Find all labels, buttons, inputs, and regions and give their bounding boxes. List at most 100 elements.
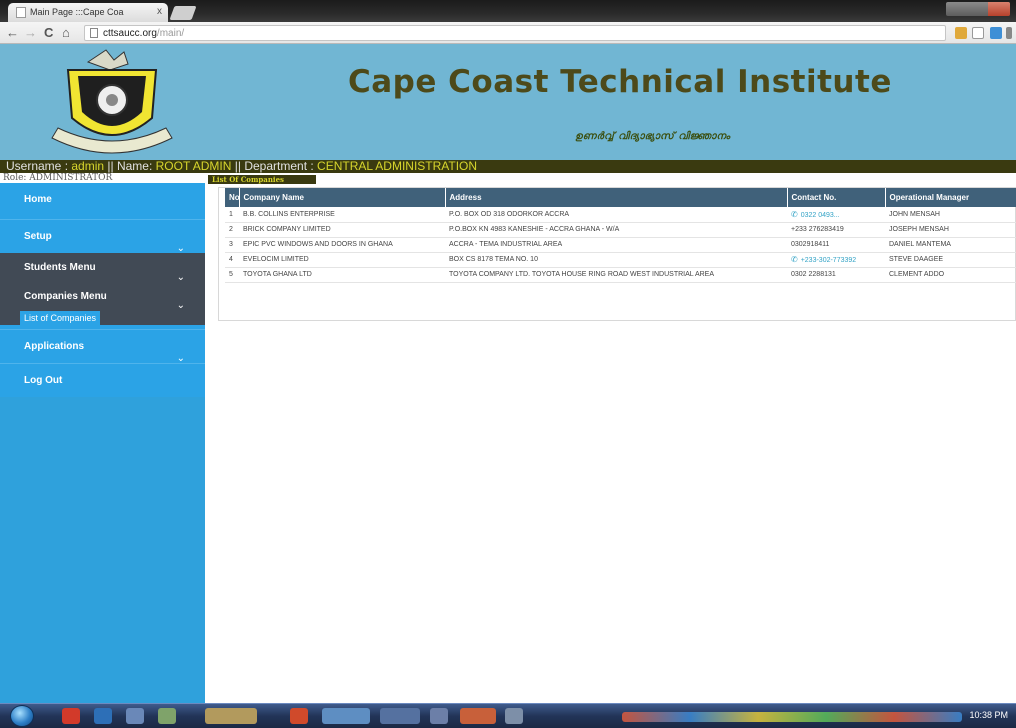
cell-manager: DANIEL MANTEMA <box>885 237 1016 253</box>
extension-blue-icon[interactable] <box>990 27 1002 39</box>
cell-address: ACCRA - TEMA INDUSTRIAL AREA <box>445 237 787 253</box>
url-host: cttsaucc.org <box>103 28 157 39</box>
page-favicon-icon <box>16 7 26 18</box>
url-path: /main/ <box>156 28 185 39</box>
column-header-manager[interactable]: Operational Manager <box>885 188 1016 207</box>
separator: || <box>231 160 245 173</box>
home-button[interactable]: ⌂ <box>62 25 70 40</box>
browser-titlebar: Main Page :::Cape Coa x <box>0 0 1016 22</box>
sidebar-background <box>0 397 205 703</box>
sidebar-nav: Home Setup ⌄ Students Menu ⌄ Companies M… <box>0 183 205 703</box>
column-header-contact[interactable]: Contact No. <box>787 188 886 207</box>
column-header-company-name[interactable]: Company Name <box>239 188 446 207</box>
sidebar-item-companies-menu[interactable]: Companies Menu ⌄ <box>0 283 205 311</box>
site-motto: ഉണർവ്വ് വിദ്യാഭ്യാസ് വിജ്ഞാനം <box>575 131 731 142</box>
sidebar-item-label: List of Companies <box>20 311 101 325</box>
phone-icon: ✆ <box>791 255 798 264</box>
new-tab-button[interactable] <box>169 6 197 20</box>
start-orb-icon[interactable] <box>10 705 34 727</box>
main-content: List Of Companies No Company Name Addres… <box>205 173 1016 703</box>
app-task-icon[interactable] <box>158 708 176 724</box>
sidebar-item-label: Log Out <box>24 375 63 386</box>
cell-no: 1 <box>225 207 239 223</box>
forward-button[interactable]: → <box>24 25 37 40</box>
sidebar-item-label: Companies Menu <box>24 291 107 302</box>
cell-contact[interactable]: ✆ +233-302-773392 <box>787 252 885 268</box>
menu-icon[interactable] <box>1006 27 1012 39</box>
chrome-task-icon[interactable] <box>205 708 257 724</box>
reload-button[interactable]: C <box>44 25 53 40</box>
table-row: 2 BRICK COMPANY LIMITED P.O.BOX KN 4983 … <box>225 222 1016 238</box>
name-value: ROOT ADMIN <box>155 160 232 173</box>
role-label: Role: ADMINISTRATOR <box>3 173 113 183</box>
cell-no: 2 <box>225 222 239 238</box>
site-title: Cape Coast Technical Institute <box>348 64 892 100</box>
sidebar-item-applications[interactable]: Applications ⌄ <box>0 329 205 364</box>
cell-contact: 0302 2288131 <box>787 267 885 283</box>
explorer-task-icon[interactable] <box>126 708 144 724</box>
sidebar-item-label: Students Menu <box>24 262 96 273</box>
ie-task-icon[interactable] <box>94 708 112 724</box>
cell-no: 3 <box>225 237 239 253</box>
cell-contact[interactable]: ✆ 0322 0493... <box>787 207 885 223</box>
separator: || <box>104 160 117 173</box>
sidebar-item-label: Setup <box>24 231 52 242</box>
username-label: Username : <box>6 160 72 173</box>
back-button[interactable]: ← <box>6 25 19 40</box>
cell-contact: +233 276283419 <box>787 222 885 238</box>
cell-address: BOX CS 8178 TEMA NO. 10 <box>445 252 787 268</box>
cell-company-name: B.B. COLLINS ENTERPRISE <box>239 207 445 223</box>
name-label: Name: <box>116 160 156 173</box>
app-task-icon[interactable] <box>290 708 308 724</box>
table-row: 4 EVELOCIM LIMITED BOX CS 8178 TEMA NO. … <box>225 252 1016 268</box>
cell-manager: CLEMENT ADDO <box>885 267 1016 283</box>
tab-close-icon[interactable]: x <box>157 6 162 17</box>
cell-no: 4 <box>225 252 239 268</box>
window-controls[interactable] <box>946 2 1010 16</box>
os-taskbar: 10:38 PM <box>0 703 1016 728</box>
sidebar-item-label: Applications <box>24 341 85 352</box>
opera-task-icon[interactable] <box>62 708 80 724</box>
department-label: Department : <box>244 160 318 173</box>
cell-contact: 0302918411 <box>787 237 885 253</box>
username-value: admin <box>71 160 105 173</box>
app-task-icon[interactable] <box>505 708 523 724</box>
phone-icon: ✆ <box>791 209 798 219</box>
table-row: 3 EPIC PVC WINDOWS AND DOORS IN GHANA AC… <box>225 237 1016 253</box>
cell-address: TOYOTA COMPANY LTD. TOYOTA HOUSE RING RO… <box>445 267 787 283</box>
star-icon[interactable] <box>972 27 984 39</box>
browser-toolbar: ← → C ⌂ cttsaucc.org/main/ <box>0 22 1016 44</box>
app-task-icon[interactable] <box>322 708 370 724</box>
app-task-icon[interactable] <box>460 708 496 724</box>
column-header-address[interactable]: Address <box>445 188 788 207</box>
sidebar-item-home[interactable]: Home <box>0 183 205 217</box>
browser-tab[interactable]: Main Page :::Cape Coa x <box>8 3 168 22</box>
sidebar-item-students-menu[interactable]: Students Menu ⌄ <box>0 253 205 283</box>
sidebar-item-logout[interactable]: Log Out <box>0 363 205 397</box>
tab-title: Main Page :::Cape Coa <box>30 7 124 17</box>
table-row: 1 B.B. COLLINS ENTERPRISE P.O. BOX OD 31… <box>225 207 1016 223</box>
sidebar-item-label: Home <box>24 194 52 205</box>
department-value: CENTRAL ADMINISTRATION <box>317 160 478 173</box>
page-icon <box>90 28 98 38</box>
taskbar-clock: 10:38 PM <box>969 710 1008 720</box>
app-task-icon[interactable] <box>380 708 420 724</box>
cell-address: P.O.BOX KN 4983 KANESHIE - ACCRA GHANA -… <box>445 222 787 238</box>
cell-company-name: TOYOTA GHANA LTD <box>239 267 445 283</box>
companies-panel: No Company Name Address Contact No. Oper… <box>218 187 1016 321</box>
window-close-button[interactable] <box>988 2 1010 16</box>
extension-icon[interactable] <box>955 27 967 39</box>
contact-link[interactable]: 0322 0493... <box>801 212 840 219</box>
cell-manager: JOSEPH MENSAH <box>885 222 1016 238</box>
sidebar-subitem-list-of-companies[interactable]: List of Companies <box>0 311 205 325</box>
address-bar[interactable]: cttsaucc.org/main/ <box>84 25 946 41</box>
table-header-row: No Company Name Address Contact No. Oper… <box>225 188 1016 207</box>
column-header-no[interactable]: No <box>225 188 240 207</box>
user-info-bar: Username : admin || Name: ROOT ADMIN || … <box>0 160 1016 173</box>
system-tray-icons[interactable] <box>622 712 962 722</box>
app-task-icon[interactable] <box>430 708 448 724</box>
sidebar-item-setup[interactable]: Setup ⌄ <box>0 219 205 254</box>
contact-link[interactable]: +233-302-773392 <box>801 257 856 264</box>
cell-manager: JOHN MENSAH <box>885 207 1016 223</box>
cell-company-name: EPIC PVC WINDOWS AND DOORS IN GHANA <box>239 237 445 253</box>
